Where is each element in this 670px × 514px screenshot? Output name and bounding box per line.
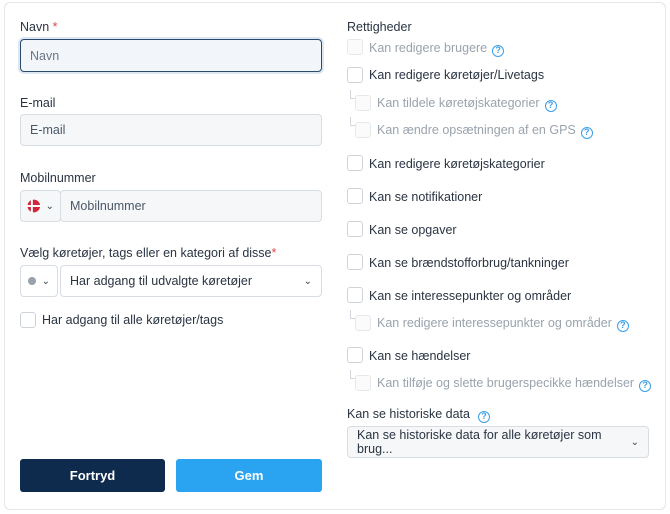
help-icon[interactable]: ? [478, 410, 490, 423]
permission-checkbox-tasks[interactable] [347, 221, 363, 237]
permission-checkbox-edit-vehicles[interactable] [347, 67, 363, 83]
help-icon[interactable]: ? [639, 379, 652, 392]
help-icon[interactable]: ? [616, 319, 629, 332]
chevron-down-icon: ⌄ [41, 275, 50, 287]
cancel-button[interactable]: Fortryd [20, 459, 165, 492]
mobile-label: Mobilnummer [20, 171, 96, 185]
chevron-down-icon: ⌄ [45, 200, 54, 212]
permission-label-fuel: Kan se brændstofforbrug/tankninger [369, 256, 569, 270]
permission-label-notifications: Kan se notifikationer [369, 190, 483, 204]
permission-label-assign-categories: Kan tildele køretøjskategorier? [377, 96, 557, 112]
permission-label-edit-users: Kan redigere brugere? [369, 41, 505, 57]
permission-label-view-poi: Kan se interessepunkter og områder [369, 289, 572, 303]
chevron-down-icon: ⌄ [630, 436, 639, 448]
vehicle-type-select[interactable]: ⌄ [20, 265, 58, 297]
permission-checkbox-edit-categories[interactable] [347, 155, 363, 171]
permission-label-user-events: Kan tilføje og slette brugerspecikke hæn… [377, 376, 652, 392]
all-vehicles-checkbox[interactable] [20, 312, 36, 328]
permission-checkbox-edit-users[interactable] [347, 39, 363, 55]
chevron-down-icon: ⌄ [303, 275, 312, 287]
permissions-title: Rettigheder [347, 20, 412, 34]
permission-checkbox-events[interactable] [347, 347, 363, 363]
save-button[interactable]: Gem [176, 459, 322, 492]
permission-label-events: Kan se hændelser [369, 349, 471, 363]
history-select[interactable]: Kan se historiske data for alle køretøje… [347, 426, 649, 458]
permission-label-edit-poi: Kan redigere interessepunkter og områder… [377, 316, 629, 332]
permission-label-edit-vehicles: Kan redigere køretøjer/Livetags [369, 68, 545, 82]
permission-checkbox-change-gps[interactable] [355, 122, 371, 138]
permission-label-change-gps: Kan ændre opsætningen af en GPS? [377, 123, 593, 139]
permission-checkbox-edit-poi[interactable] [355, 315, 371, 331]
vehicle-access-select[interactable]: Har adgang til udvalgte køretøjer ⌄ [60, 265, 322, 297]
permission-label-tasks: Kan se opgaver [369, 223, 457, 237]
permission-checkbox-notifications[interactable] [347, 188, 363, 204]
permission-checkbox-view-poi[interactable] [347, 287, 363, 303]
permission-checkbox-assign-categories[interactable] [355, 95, 371, 111]
denmark-flag-icon [27, 199, 41, 213]
status-dot-icon [28, 277, 36, 285]
country-code-select[interactable]: ⌄ [20, 190, 61, 222]
email-label: E-mail [20, 96, 56, 110]
help-icon[interactable]: ? [580, 126, 593, 139]
permission-checkbox-fuel[interactable] [347, 254, 363, 270]
name-label: Navn * [20, 20, 58, 34]
permission-label-edit-categories: Kan redigere køretøjskategorier [369, 157, 545, 171]
history-label: Kan se historiske data? [347, 407, 490, 423]
help-icon[interactable]: ? [544, 99, 557, 112]
name-input[interactable]: Navn [20, 39, 322, 72]
permission-checkbox-user-events[interactable] [355, 375, 371, 391]
mobile-input[interactable]: Mobilnummer [60, 190, 322, 222]
email-input[interactable]: E-mail [20, 114, 322, 146]
vehicles-label: Vælg køretøjer, tags eller en kategori a… [20, 246, 277, 260]
help-icon[interactable]: ? [492, 44, 505, 57]
all-vehicles-label: Har adgang til alle køretøjer/tags [42, 313, 224, 327]
